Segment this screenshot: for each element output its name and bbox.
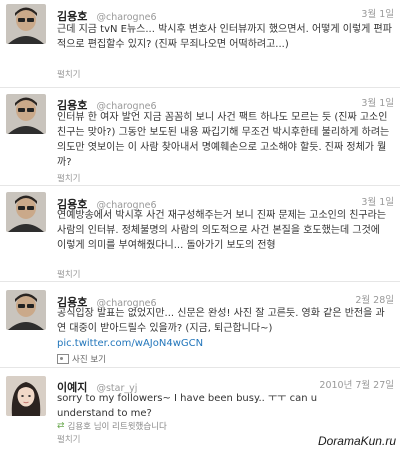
watermark: DoramaKun.ru	[317, 434, 396, 448]
tweet-date[interactable]: 2월 28일	[355, 292, 394, 306]
tweet-date[interactable]: 3월 1일	[361, 95, 394, 109]
tweet-header: 이예지 @star_yj 2010년 7월 27일	[57, 376, 394, 394]
retweet-notice: ⇄ 김용호 님이 리트윗했습니다	[57, 420, 167, 432]
tweet-item[interactable]: 김용호 @charogne6 3월 1일 근데 지금 tvN E뉴스... 박시…	[0, 0, 400, 88]
photo-icon	[57, 354, 69, 364]
tweet-item[interactable]: 김용호 @charogne6 3월 1일 연예방송에서 박시후 사건 재구성해주…	[0, 186, 400, 282]
avatar[interactable]	[6, 4, 46, 44]
tweet-item[interactable]: 김용호 @charogne6 2월 28일 공식입장 발표는 없었지만... 신…	[0, 282, 400, 368]
expand-link[interactable]: 펼치기	[57, 172, 80, 184]
tweet-text: 근데 지금 tvN E뉴스... 박시후 변호사 인터뷰까지 했으면서. 어떻게…	[57, 24, 392, 50]
avatar[interactable]	[6, 94, 46, 134]
tweet-text: 연예방송에서 박시후 사건 재구성해주는거 보니 진짜 문제는 고소인의 친구라…	[57, 210, 387, 251]
avatar[interactable]	[6, 376, 46, 416]
tweet-header: 김용호 @charogne6 3월 1일	[57, 193, 394, 211]
photo-link[interactable]: pic.twitter.com/wAJoN4wGCN	[57, 338, 203, 349]
view-photo-button[interactable]: 사진 보기	[57, 353, 106, 365]
view-photo-label: 사진 보기	[72, 355, 106, 365]
tweet-header: 김용호 @charogne6 2월 28일	[57, 291, 394, 309]
tweet-header: 김용호 @charogne6 3월 1일	[57, 94, 394, 112]
avatar[interactable]	[6, 290, 46, 330]
retweet-icon: ⇄	[57, 421, 65, 431]
expand-link[interactable]: 펼치기	[57, 68, 80, 80]
tweet-date[interactable]: 3월 1일	[361, 194, 394, 208]
tweet-text: 인터뷰 한 여자 발언 지금 꼼꼼히 보니 사건 팩트 하나도 모르는 듯 (진…	[57, 112, 390, 168]
tweet-header: 김용호 @charogne6 3월 1일	[57, 5, 394, 23]
tweet-date[interactable]: 2010년 7월 27일	[319, 377, 394, 391]
tweet-text: sorry to my followers~ I have been busy.…	[57, 393, 318, 419]
retweet-label: 김용호 님이 리트윗했습니다	[67, 422, 167, 432]
avatar[interactable]	[6, 192, 46, 232]
expand-link[interactable]: 펼치기	[57, 268, 80, 280]
tweet-date[interactable]: 3월 1일	[361, 6, 394, 20]
tweet-text: 공식입장 발표는 없었지만... 신문은 완성! 사진 잘 고른듯. 영화 같은…	[57, 308, 385, 334]
tweet-item[interactable]: 김용호 @charogne6 3월 1일 인터뷰 한 여자 발언 지금 꼼꼼히 …	[0, 88, 400, 186]
expand-link[interactable]: 펼치기	[57, 433, 80, 445]
